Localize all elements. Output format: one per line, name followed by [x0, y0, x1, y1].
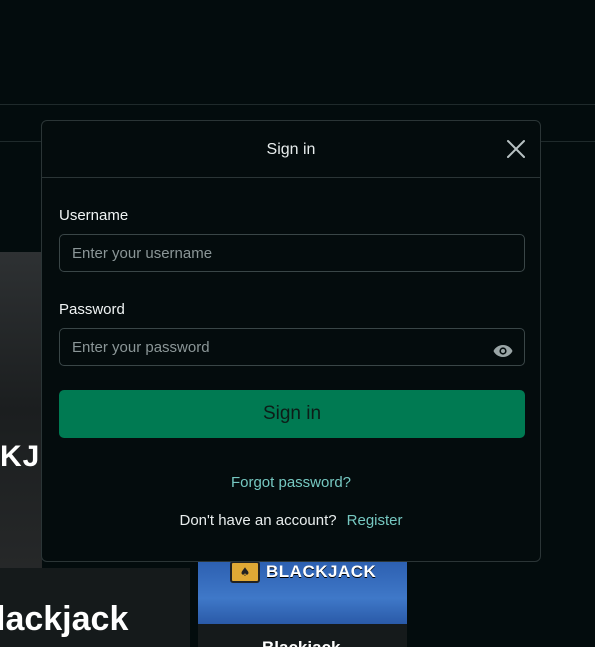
- game-card-left-title: lackjack: [0, 600, 129, 638]
- username-input[interactable]: [59, 234, 525, 272]
- register-prompt: Don't have an account?: [179, 512, 337, 529]
- password-input[interactable]: [59, 328, 525, 366]
- game-card-left-overlay-text: KJ: [0, 440, 41, 473]
- register-row: Don't have an account? Register: [42, 512, 540, 529]
- game-card-right-logo-label: BLACKJACK: [266, 562, 377, 581]
- eye-icon: [493, 345, 513, 357]
- modal-header: Sign in: [42, 121, 540, 178]
- game-card-right-logo: ♠ BLACKJACK: [230, 561, 376, 583]
- register-link[interactable]: Register: [347, 512, 403, 529]
- game-card-right-title: Blackjack: [262, 638, 340, 647]
- close-button[interactable]: [506, 139, 526, 159]
- header-divider: [0, 104, 595, 105]
- username-label: Username: [59, 207, 129, 224]
- game-card-thumbnail-left[interactable]: [0, 252, 42, 568]
- password-label: Password: [59, 301, 125, 318]
- sign-in-button[interactable]: Sign in: [59, 390, 525, 438]
- page: KJ lackjack ♠ BLACKJACK Blackjack Sign i…: [0, 0, 595, 647]
- close-icon: [507, 140, 525, 158]
- modal-title: Sign in: [266, 141, 316, 158]
- show-password-button[interactable]: [493, 343, 513, 357]
- forgot-password-link[interactable]: Forgot password?: [42, 474, 540, 491]
- sign-in-modal: Sign in Username Password Sign in Forgot…: [41, 120, 541, 562]
- playing-card-icon: ♠: [230, 561, 260, 583]
